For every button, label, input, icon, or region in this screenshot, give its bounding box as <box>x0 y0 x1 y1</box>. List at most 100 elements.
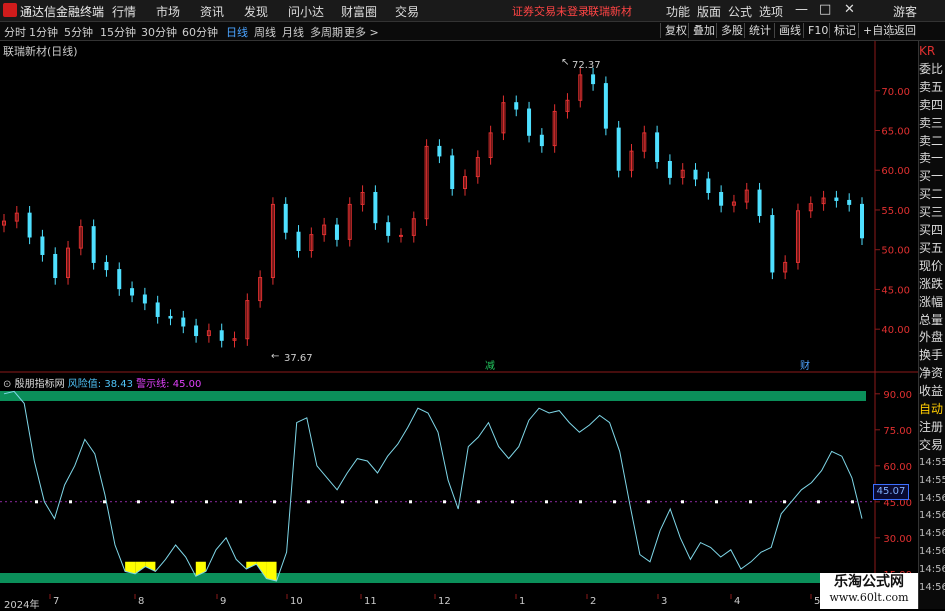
close-button[interactable]: ✕ <box>844 2 855 17</box>
side-item-25: 14:56 <box>919 492 945 504</box>
period-5min[interactable]: 5分钟 <box>64 24 93 40</box>
biaoji-button[interactable]: 标记 <box>829 23 860 38</box>
candle-body <box>386 222 391 236</box>
warn-dot <box>137 500 140 504</box>
side-item-23: 14:55 <box>919 456 945 468</box>
side-item-27: 14:56 <box>919 528 945 540</box>
ind-tick-label-75: 75.00 <box>883 426 912 437</box>
maximize-button[interactable]: □ <box>819 2 831 17</box>
side-item-24: 14:55 <box>919 474 945 486</box>
side-item-20[interactable]: 自动 <box>919 401 945 417</box>
candle-body <box>194 325 199 337</box>
x-label-8: 8 <box>138 596 145 607</box>
huaxian-button[interactable]: 画线 <box>774 23 805 38</box>
kline-chart[interactable]: 40.00 45.00 50.00 55.00 60.00 65.00 70.00 72.3… <box>0 41 918 609</box>
period-more[interactable]: 更多 > <box>344 24 379 40</box>
period-15min[interactable]: 15分钟 <box>100 24 136 40</box>
candle-body <box>437 145 442 157</box>
candle-body <box>130 288 135 296</box>
warn-dot <box>545 500 548 504</box>
side-item-2: 卖五 <box>919 79 944 94</box>
period-60min[interactable]: 60分钟 <box>182 24 218 40</box>
diejia-button[interactable]: 叠加 <box>688 23 719 38</box>
side-item-21[interactable]: 注册 <box>919 419 945 435</box>
period-daily[interactable]: 日线 <box>226 24 248 40</box>
x-label-10: 10 <box>290 596 303 607</box>
low-price-label: 37.67 <box>284 353 313 364</box>
candle-body <box>757 189 762 217</box>
period-fenshi[interactable]: 分时 <box>4 24 26 40</box>
f10-button[interactable]: F10 <box>803 23 832 38</box>
watermark: 乐淘公式网 www.60lt.com <box>820 573 918 609</box>
warn-dot <box>647 500 650 504</box>
candle-body <box>860 203 864 239</box>
candle-body <box>527 108 532 136</box>
candle-body <box>91 226 96 263</box>
guest-label[interactable]: 游客 <box>893 3 917 20</box>
side-item-17: 换手 <box>919 348 944 363</box>
watermark-url: www.60lt.com <box>829 591 909 604</box>
ind-tick-label-60: 60.00 <box>883 462 912 473</box>
login-notice[interactable]: 证券交易未登录 <box>512 3 589 19</box>
price-tick-label-50: 50.00 <box>881 246 910 257</box>
warn-dot <box>239 500 242 504</box>
menu-item-banmian[interactable]: 版面 <box>697 3 721 20</box>
ind-tick-label-90: 90.00 <box>883 390 912 401</box>
x-label-9: 9 <box>220 596 227 607</box>
side-item-22[interactable]: 交易 <box>919 437 945 453</box>
side-item-7: 买一 <box>919 169 944 184</box>
side-item-6: 卖一 <box>919 151 944 166</box>
high-arrow-icon: ↖ <box>561 57 569 68</box>
quote-side-panel: KR 委比 卖五 卖四 卖三 卖二 卖一 买一 买二 买三 买四 买五 现价 涨跌 涨幅 总量 外盘 换手 净资 收益… <box>918 41 945 609</box>
side-item-18: 净资 <box>919 366 944 381</box>
menu-item-hangqing[interactable]: 行情 <box>112 3 136 20</box>
side-item-10: 买四 <box>919 223 944 237</box>
warn-dot <box>715 500 718 504</box>
side-item-4: 卖三 <box>919 115 944 130</box>
indicator-toggle-icon[interactable]: ⊙ <box>3 379 11 390</box>
menu-item-faxian[interactable]: 发现 <box>244 3 268 20</box>
stock-link[interactable]: 联瑞新材 <box>588 3 632 19</box>
tongji-button[interactable]: 统计 <box>744 23 775 38</box>
menu-item-gongshi[interactable]: 公式 <box>728 3 752 20</box>
candle-body <box>719 191 724 206</box>
warn-dot <box>171 500 174 504</box>
candle-body <box>539 134 544 147</box>
menu-item-jiaoyi[interactable]: 交易 <box>395 3 419 20</box>
period-30min[interactable]: 30分钟 <box>141 24 177 40</box>
period-monthly[interactable]: 月线 <box>282 24 304 40</box>
warn-dot <box>851 500 854 504</box>
candle-body <box>514 102 519 110</box>
candle-body <box>142 294 147 304</box>
app-title: 通达信金融终端 <box>20 5 105 19</box>
candle-body <box>834 197 839 201</box>
menu-item-caifuquan[interactable]: 财富圈 <box>341 3 377 20</box>
side-item-8: 买二 <box>919 187 944 202</box>
menu-item-shichang[interactable]: 市场 <box>156 3 180 20</box>
menu-item-zixun[interactable]: 资讯 <box>200 3 224 20</box>
menu-item-xuanxiang[interactable]: 选项 <box>759 3 783 20</box>
warn-dot <box>205 500 208 504</box>
marker-jian: 减 <box>485 360 495 372</box>
candle-body <box>398 234 403 237</box>
minimize-button[interactable]: — <box>795 2 808 17</box>
risk-label: 风险值: <box>67 379 102 390</box>
indicator-title: ⊙ 殷朋指标网 风险值: 38.43 警示线: 45.00 <box>3 375 201 390</box>
duogu-button[interactable]: 多股 <box>716 23 747 38</box>
fuquan-button[interactable]: 复权 <box>660 23 691 38</box>
warn-dot <box>375 500 378 504</box>
period-weekly[interactable]: 周线 <box>254 24 276 40</box>
period-multi[interactable]: 多周期 <box>310 24 343 40</box>
side-item-26: 14:56 <box>919 510 945 522</box>
menu-item-gongneng[interactable]: 功能 <box>666 3 690 20</box>
warn-dot <box>443 500 446 504</box>
risk-fill-segment <box>266 561 277 581</box>
warn-dot <box>273 500 276 504</box>
warn-dot <box>817 500 820 504</box>
candle-body <box>373 191 378 224</box>
back-button[interactable]: 返回 <box>889 23 920 38</box>
side-item-29: 14:56 <box>919 564 945 576</box>
menu-item-wenxiaoda[interactable]: 问小达 <box>288 3 324 20</box>
period-1min[interactable]: 1分钟 <box>29 24 58 40</box>
candle-body <box>155 302 160 317</box>
